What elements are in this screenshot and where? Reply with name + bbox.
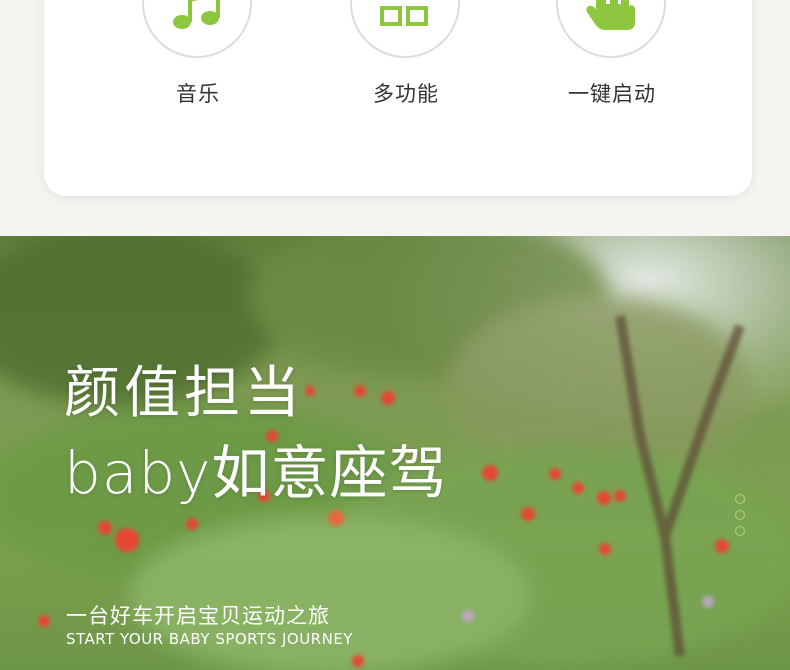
feature-label-multifunction: 多功能: [373, 82, 439, 106]
carousel-dot[interactable]: [735, 510, 745, 520]
carousel-dot[interactable]: [735, 494, 745, 504]
feature-label-music: 音乐: [176, 82, 220, 106]
carousel-indicator[interactable]: [735, 494, 749, 542]
feature-label-one-key-start: 一键启动: [568, 82, 656, 106]
hero-subtitle-cn: 一台好车开启宝贝运动之旅: [66, 604, 330, 628]
music-note-icon: [142, 0, 252, 58]
grid-icon: [350, 0, 460, 58]
hand-tap-icon: [556, 0, 666, 58]
feature-card: 音乐 多功能 一键启动: [44, 0, 752, 196]
hero-banner: 颜值担当 baby如意座驾 一台好车开启宝贝运动之旅 START YOUR BA…: [0, 236, 790, 670]
carousel-dot[interactable]: [735, 526, 745, 536]
hero-subtitle-en: START YOUR BABY SPORTS JOURNEY: [66, 630, 353, 648]
hero-headline-line2: baby如意座驾: [64, 439, 448, 507]
hero-headline-line1: 颜值担当: [64, 361, 304, 426]
